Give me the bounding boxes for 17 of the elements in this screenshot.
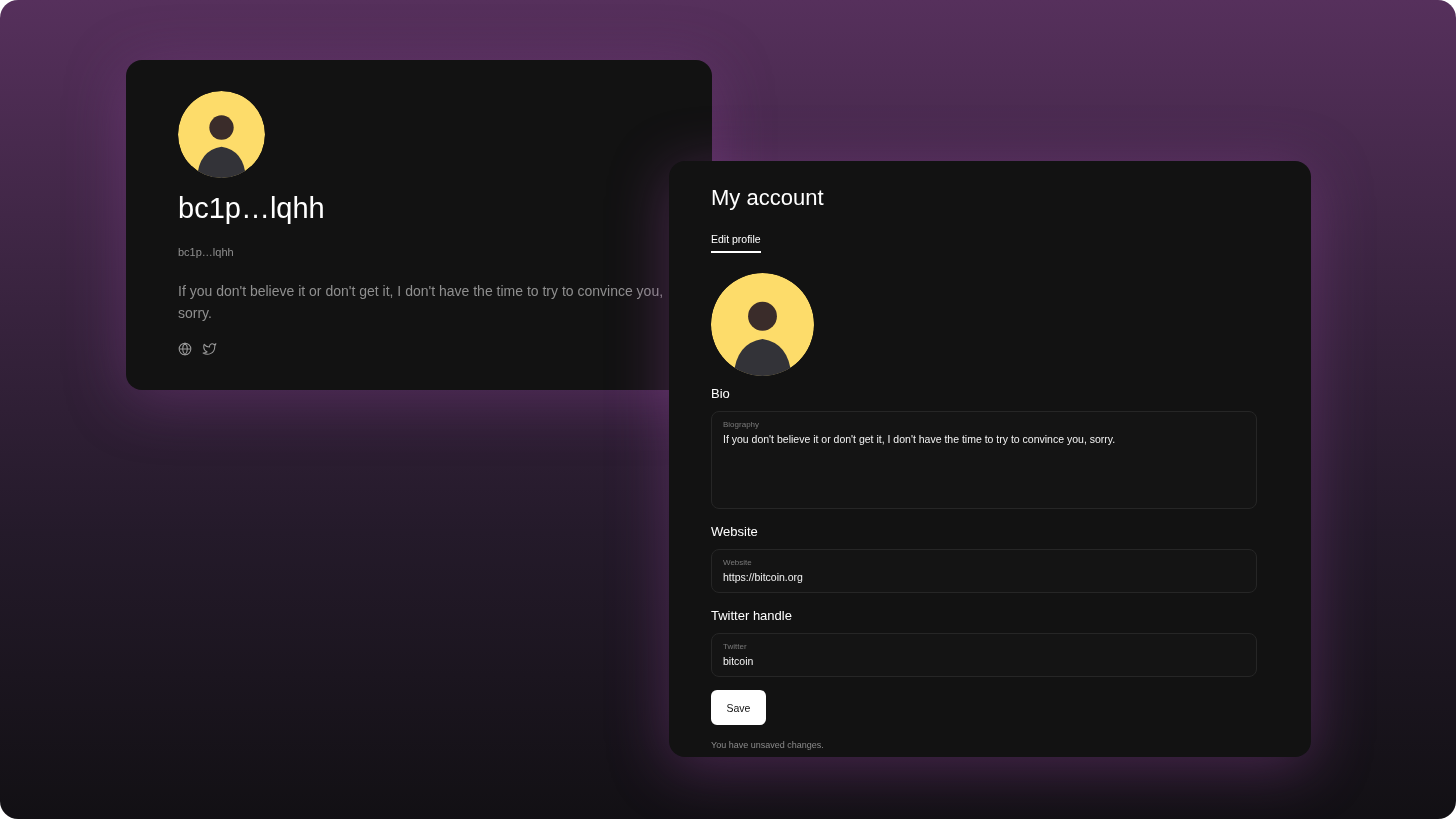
page-title: My account	[711, 184, 825, 212]
section-heading: Bio	[711, 386, 731, 402]
status-text: You have unsaved changes.	[711, 740, 825, 750]
display-name: bc1p…lqhh	[178, 191, 326, 226]
section-heading: Website	[711, 524, 759, 540]
tab[interactable]: Edit profile	[711, 233, 761, 253]
handle-text: bc1p…lqhh	[178, 246, 235, 258]
avatar-icon	[711, 273, 814, 376]
avatar-icon	[178, 91, 265, 178]
bio-text: If you don't believe it or don't get it, I don't have the time to try to convince you, sorry.	[178, 282, 665, 323]
globe-icon[interactable]	[178, 342, 192, 356]
textarea-field[interactable]: Biography If you don't believe it or don't get it, I don't have the time to try to convince you, sorry.	[711, 411, 1257, 509]
save-button[interactable]: Save	[711, 690, 766, 725]
input-field[interactable]: Twitter bitcoin	[711, 633, 1257, 677]
bird-icon[interactable]	[202, 342, 217, 356]
input-field[interactable]: Website https://bitcoin.org	[711, 549, 1257, 593]
section-heading: Twitter handle	[711, 608, 793, 624]
